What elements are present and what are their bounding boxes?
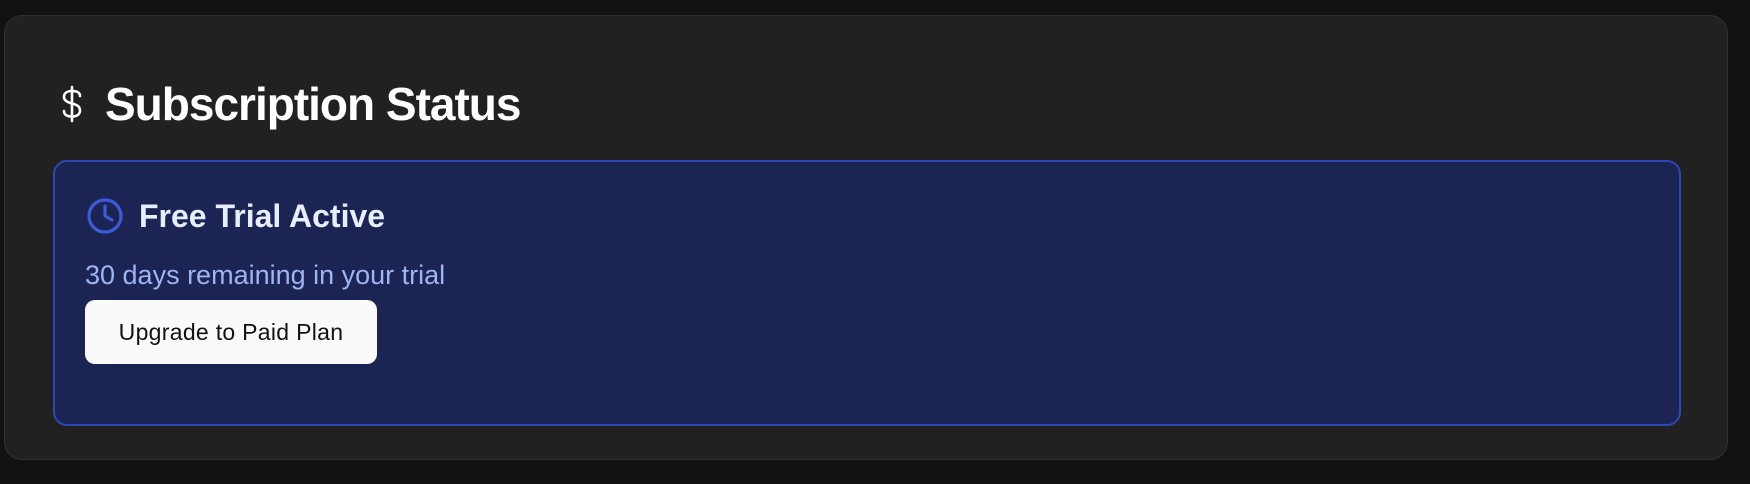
dollar-icon [59, 84, 85, 124]
trial-title: Free Trial Active [139, 198, 386, 234]
subscription-card: Subscription Status Free Trial Active 30… [4, 15, 1728, 460]
trial-remaining-text: 30 days remaining in your trial [85, 260, 446, 290]
page-title: Subscription Status [105, 78, 521, 130]
upgrade-button[interactable]: Upgrade to Paid Plan [85, 300, 377, 364]
clock-icon [85, 196, 125, 236]
trial-status-panel: Free Trial Active 30 days remaining in y… [53, 160, 1681, 426]
trial-header: Free Trial Active [85, 196, 385, 236]
card-header: Subscription Status [59, 74, 521, 134]
